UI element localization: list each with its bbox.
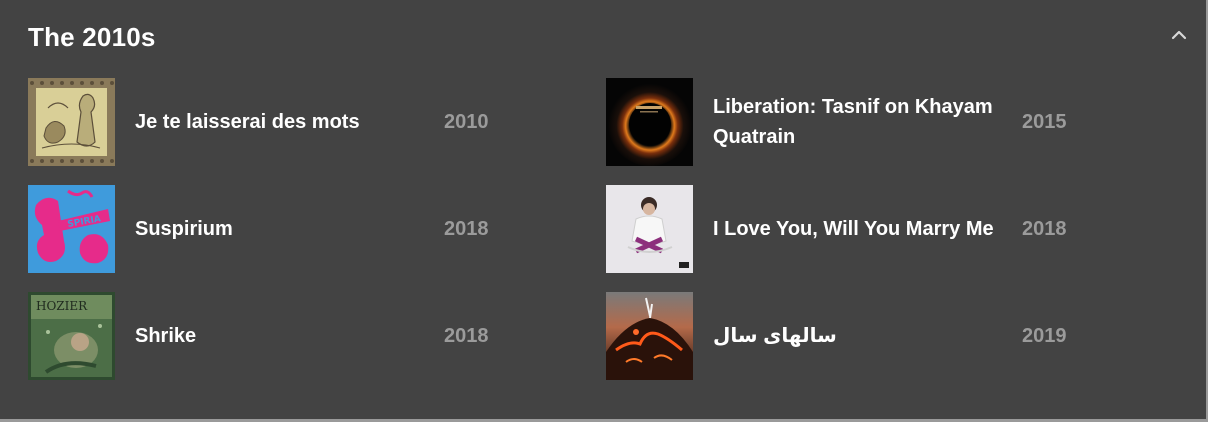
album-title: I Love You, Will You Marry Me — [713, 218, 994, 240]
album-cover — [606, 78, 693, 166]
album-title: Je te laisserai des mots — [135, 111, 360, 133]
album-item[interactable]: Je te laisserai des mots 2010 — [28, 78, 548, 166]
album-year: 2015 — [1022, 110, 1067, 133]
album-item[interactable]: Liberation: Tasnif on Khayam Quatrain 20… — [606, 78, 1126, 166]
album-year: 2018 — [444, 324, 489, 347]
album-title: Shrike — [135, 325, 197, 347]
album-year: 2019 — [1022, 324, 1067, 347]
collapse-button[interactable] — [1166, 22, 1192, 48]
album-cover — [28, 78, 115, 166]
album-item[interactable]: SPIRIA Suspirium 2018 — [28, 185, 548, 273]
svg-text:HOZIER: HOZIER — [36, 299, 88, 313]
album-item[interactable]: HOZIER Shrike 2018 — [28, 292, 548, 380]
decade-section-panel: The 2010s Je te laisserai des mots 2010 … — [0, 0, 1208, 422]
album-year: 2018 — [444, 217, 489, 240]
album-cover — [606, 292, 693, 380]
album-title: سالهای سال — [713, 325, 837, 347]
chevron-up-icon — [1171, 30, 1187, 40]
album-item[interactable]: سالهای سال 2019 — [606, 292, 1126, 380]
album-title: Liberation: Tasnif on Khayam Quatrain — [713, 96, 993, 148]
album-item[interactable]: I Love You, Will You Marry Me 2018 — [606, 185, 1126, 273]
album-cover: SPIRIA — [28, 185, 115, 273]
album-year: 2018 — [1022, 217, 1067, 240]
album-cover — [606, 185, 693, 273]
section-title: The 2010s — [28, 22, 156, 52]
album-title: Suspirium — [135, 218, 233, 240]
album-cover: HOZIER — [28, 292, 115, 380]
album-year: 2010 — [444, 110, 489, 133]
